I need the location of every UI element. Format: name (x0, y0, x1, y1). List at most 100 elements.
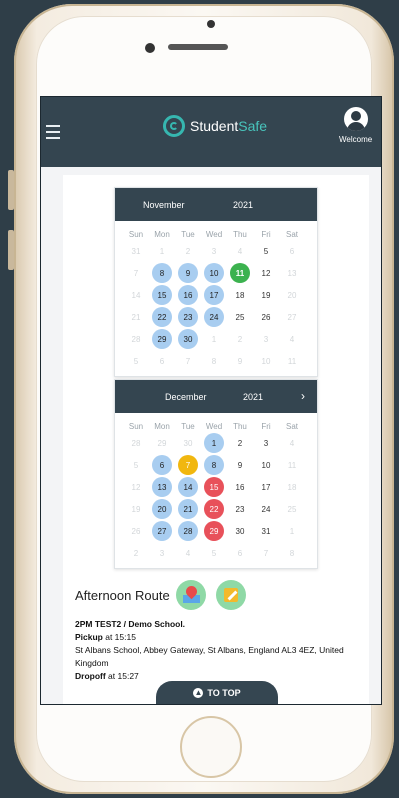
calendar-day[interactable]: 29 (149, 328, 175, 350)
calendar-day[interactable]: 31 (123, 240, 149, 262)
calendar-day[interactable]: 26 (123, 520, 149, 542)
calendar-day[interactable]: 9 (175, 262, 201, 284)
calendar-day[interactable]: 16 (175, 284, 201, 306)
calendar-day[interactable]: 22 (149, 306, 175, 328)
calendar-day[interactable]: 12 (123, 476, 149, 498)
calendar-day[interactable]: 3 (253, 432, 279, 454)
calendar-day[interactable]: 21 (123, 306, 149, 328)
calendar-day[interactable]: 21 (175, 498, 201, 520)
calendar-day[interactable]: 6 (227, 542, 253, 564)
calendar-day[interactable]: 23 (175, 306, 201, 328)
calendar-day[interactable]: 20 (149, 498, 175, 520)
calendar-day[interactable]: 5 (123, 350, 149, 372)
calendar-day-number: 28 (178, 521, 198, 541)
calendar-day[interactable]: 7 (123, 262, 149, 284)
calendar-day[interactable]: 26 (253, 306, 279, 328)
calendar-day[interactable]: 12 (253, 262, 279, 284)
calendar-day[interactable]: 3 (201, 240, 227, 262)
calendar-day[interactable]: 5 (253, 240, 279, 262)
calendar-day[interactable]: 8 (201, 350, 227, 372)
welcome-label[interactable]: Welcome (339, 135, 372, 144)
phone-home-button[interactable] (180, 716, 242, 778)
calendar-day[interactable]: 22 (201, 498, 227, 520)
calendar-day-number: 21 (131, 312, 141, 322)
next-month-icon[interactable]: › (301, 389, 305, 403)
calendar-day[interactable]: 19 (123, 498, 149, 520)
edit-button[interactable] (215, 580, 246, 610)
calendar-day[interactable]: 4 (279, 328, 305, 350)
calendar-day-number: 1 (211, 334, 217, 344)
calendar-day[interactable]: 28 (123, 432, 149, 454)
calendar-day[interactable]: 28 (175, 520, 201, 542)
calendar-day[interactable]: 23 (227, 498, 253, 520)
calendar-day[interactable]: 30 (175, 432, 201, 454)
calendar-day[interactable]: 4 (279, 432, 305, 454)
calendar-day[interactable]: 2 (175, 240, 201, 262)
calendar-day[interactable]: 8 (201, 454, 227, 476)
calendar-day[interactable]: 6 (149, 350, 175, 372)
calendar-day[interactable]: 15 (201, 476, 227, 498)
map-button[interactable] (175, 580, 206, 610)
calendar-day[interactable]: 9 (227, 454, 253, 476)
calendar-day-number: 20 (287, 290, 297, 300)
calendar-day[interactable]: 24 (201, 306, 227, 328)
calendar-day[interactable]: 18 (227, 284, 253, 306)
calendar-day[interactable]: 1 (201, 432, 227, 454)
calendar-day[interactable]: 18 (279, 476, 305, 498)
calendar-day[interactable]: 1 (149, 240, 175, 262)
calendar-day[interactable]: 10 (253, 350, 279, 372)
calendar-day[interactable]: 11 (279, 350, 305, 372)
calendar-day[interactable]: 11 (279, 454, 305, 476)
calendar-day[interactable]: 7 (175, 350, 201, 372)
calendar-day[interactable]: 30 (227, 520, 253, 542)
calendar-day[interactable]: 7 (253, 542, 279, 564)
calendar-day[interactable]: 2 (123, 542, 149, 564)
to-top-button[interactable]: ▲ TO TOP (156, 681, 278, 704)
calendar-day[interactable]: 17 (201, 284, 227, 306)
calendar-day[interactable]: 10 (253, 454, 279, 476)
calendar-day[interactable]: 28 (123, 328, 149, 350)
calendar-day[interactable]: 30 (175, 328, 201, 350)
calendar-day[interactable]: 13 (279, 262, 305, 284)
calendar-day[interactable]: 4 (227, 240, 253, 262)
calendar-day-number: 29 (152, 329, 172, 349)
calendar-day[interactable]: 15 (149, 284, 175, 306)
calendar-day[interactable]: 6 (279, 240, 305, 262)
calendar-day[interactable]: 14 (123, 284, 149, 306)
calendar-day[interactable]: 13 (149, 476, 175, 498)
calendar-day[interactable]: 5 (123, 454, 149, 476)
calendar-day[interactable]: 27 (149, 520, 175, 542)
calendar-day[interactable]: 14 (175, 476, 201, 498)
calendar-day[interactable]: 7 (175, 454, 201, 476)
calendar-day[interactable]: 17 (253, 476, 279, 498)
calendar-day[interactable]: 1 (279, 520, 305, 542)
calendar-day[interactable]: 2 (227, 328, 253, 350)
route-header: Afternoon Route (75, 580, 365, 610)
calendar-day[interactable]: 10 (201, 262, 227, 284)
calendar-day[interactable]: 25 (227, 306, 253, 328)
calendar-day[interactable]: 31 (253, 520, 279, 542)
calendar-day[interactable]: 25 (279, 498, 305, 520)
calendar-day[interactable]: 2 (227, 432, 253, 454)
calendar-day[interactable]: 3 (253, 328, 279, 350)
calendar-day[interactable]: 24 (253, 498, 279, 520)
calendar-day[interactable]: 4 (175, 542, 201, 564)
user-avatar-icon[interactable] (344, 107, 368, 131)
calendar-day[interactable]: 20 (279, 284, 305, 306)
calendar-day[interactable]: 3 (149, 542, 175, 564)
calendar-day[interactable]: 29 (201, 520, 227, 542)
calendar-day[interactable]: 11 (227, 262, 253, 284)
calendar-day[interactable]: 16 (227, 476, 253, 498)
calendar-day[interactable]: 8 (279, 542, 305, 564)
calendar-day[interactable]: 5 (201, 542, 227, 564)
calendar-day-number: 5 (133, 460, 139, 470)
calendar-day[interactable]: 19 (253, 284, 279, 306)
hamburger-menu-icon[interactable] (46, 125, 60, 143)
calendar-day[interactable]: 1 (201, 328, 227, 350)
calendar-day[interactable]: 27 (279, 306, 305, 328)
calendar-day[interactable]: 6 (149, 454, 175, 476)
calendar-day[interactable]: 8 (149, 262, 175, 284)
calendar-day[interactable]: 29 (149, 432, 175, 454)
calendar-day-number: 8 (211, 356, 217, 366)
calendar-day[interactable]: 9 (227, 350, 253, 372)
